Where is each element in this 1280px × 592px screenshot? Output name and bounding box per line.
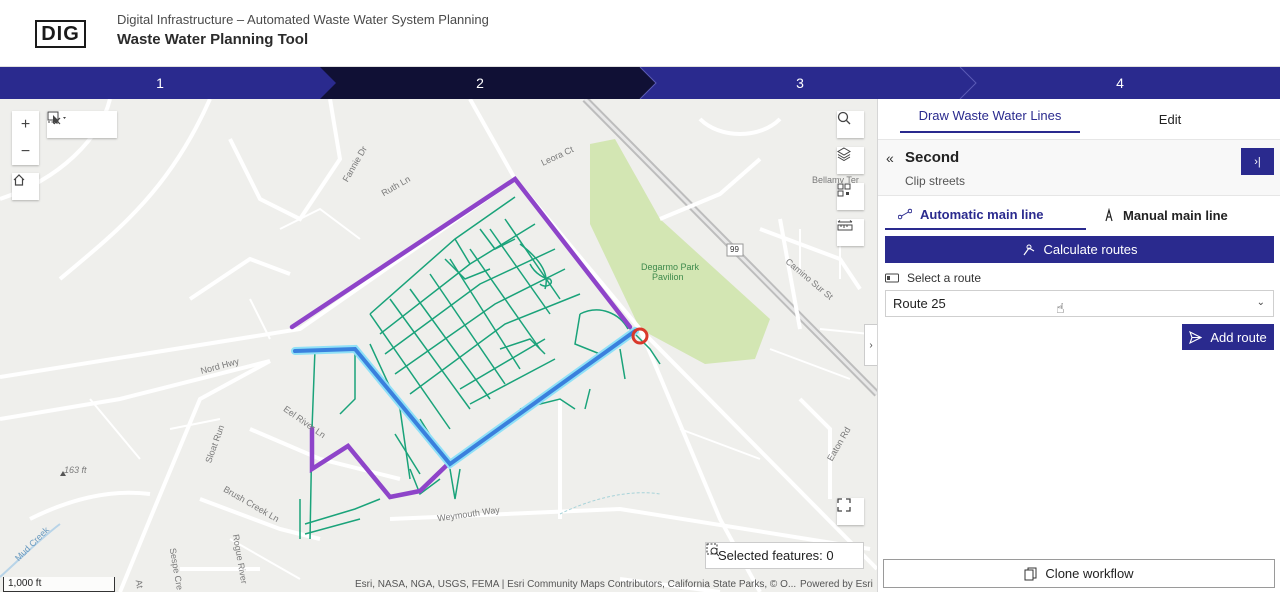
zoom-out-button[interactable]: − xyxy=(12,138,39,165)
automatic-route-icon xyxy=(898,208,912,220)
clone-workflow-button[interactable]: Clone workflow xyxy=(883,559,1275,588)
step-description: Clip streets xyxy=(905,174,966,188)
step-header: « Second Clip streets ›| xyxy=(878,140,1280,196)
scale-bar: 1,000 ft xyxy=(3,577,115,592)
workflow-panel: Draw Waste Water Lines Edit « Second Cli… xyxy=(877,99,1280,592)
selection-toolbar xyxy=(47,111,117,138)
step-3[interactable]: 3 xyxy=(640,67,960,99)
selected-features-button[interactable]: Selected features: 0 xyxy=(705,542,864,569)
zoom-controls: + − xyxy=(12,111,39,165)
map-attribution[interactable]: Esri, NASA, NGA, USGS, FEMA | Esri Commu… xyxy=(355,579,796,590)
clone-icon xyxy=(1024,567,1037,580)
home-icon xyxy=(13,174,25,186)
send-icon xyxy=(1189,330,1203,344)
app-subtitle: Digital Infrastructure – Automated Waste… xyxy=(117,12,489,27)
select-route-label: Select a route xyxy=(885,271,981,285)
chevron-right-icon: › xyxy=(869,339,873,351)
measure-icon xyxy=(837,220,853,231)
map-view[interactable]: Leora Ct Fannie Dr Ruth Ln Bellamy Ter D… xyxy=(0,99,877,592)
layers-button[interactable] xyxy=(837,147,864,174)
calculate-routes-label: Calculate routes xyxy=(1043,242,1138,257)
home-button[interactable] xyxy=(12,173,39,200)
selected-features-label: Selected features: 0 xyxy=(718,548,834,563)
manual-draw-icon xyxy=(1105,208,1113,222)
chevron-down-icon: ⌄ xyxy=(1256,297,1265,308)
search-icon xyxy=(837,111,851,125)
measure-button[interactable] xyxy=(837,219,864,246)
double-chevron-left-icon[interactable]: « xyxy=(886,150,894,166)
label-pavilion: Pavilion xyxy=(652,272,684,282)
add-route-button[interactable]: Add route xyxy=(1182,324,1274,350)
app-title: Waste Water Planning Tool xyxy=(117,31,309,48)
route-select[interactable]: Route 25 ⌄ xyxy=(885,290,1274,317)
label-at: At xyxy=(133,578,145,590)
label-highway-99: 99 xyxy=(730,245,739,254)
fullscreen-icon xyxy=(837,498,851,512)
add-route-label: Add route xyxy=(1210,329,1267,345)
calculate-routes-icon xyxy=(1023,244,1034,255)
step-title: Second xyxy=(905,149,960,166)
selected-features-icon xyxy=(706,543,720,557)
tab-edit[interactable]: Edit xyxy=(1080,99,1260,140)
dock-panel-button[interactable]: ›| xyxy=(1241,148,1274,175)
qr-button[interactable] xyxy=(837,183,864,210)
calculate-routes-button[interactable]: Calculate routes xyxy=(885,236,1274,263)
powered-by-esri[interactable]: Powered by Esri xyxy=(800,579,873,590)
qr-icon xyxy=(837,183,851,197)
tab-draw-waste-water-lines[interactable]: Draw Waste Water Lines xyxy=(900,99,1080,133)
app-header: DIG Digital Infrastructure – Automated W… xyxy=(0,0,1280,67)
panel-tabs: Draw Waste Water Lines Edit xyxy=(878,99,1280,140)
selected-route xyxy=(291,327,639,470)
main-line-mode-tabs: Automatic main line Manual main line xyxy=(878,196,1280,232)
step-2[interactable]: 2 xyxy=(320,67,640,99)
label-elevation: 163 ft xyxy=(64,465,87,475)
dock-right-icon: ›| xyxy=(1254,155,1261,168)
workflow-stepper: 1 2 3 4 xyxy=(0,67,1280,99)
layers-icon xyxy=(837,147,851,161)
clone-workflow-label: Clone workflow xyxy=(1045,566,1134,581)
tab-manual-main-line[interactable]: Manual main line xyxy=(1103,200,1273,230)
collapse-panel-tab[interactable]: › xyxy=(864,324,877,366)
tab-automatic-main-line[interactable]: Automatic main line xyxy=(885,200,1086,230)
clear-selection-icon xyxy=(47,111,61,125)
label-park: Degarmo Park xyxy=(641,262,700,272)
tab-automatic-main-line-label: Automatic main line xyxy=(920,206,1044,222)
select-route-label-text: Select a route xyxy=(907,271,982,285)
route-select-value: Route 25 xyxy=(893,296,946,311)
mouse-cursor-icon: ☝ xyxy=(1056,300,1065,316)
tab-manual-main-line-label: Manual main line xyxy=(1123,207,1228,223)
search-button[interactable] xyxy=(837,111,864,138)
zoom-in-button[interactable]: + xyxy=(12,111,39,138)
app-logo: DIG xyxy=(35,20,86,48)
fullscreen-button[interactable] xyxy=(837,498,864,525)
step-4[interactable]: 4 xyxy=(960,67,1280,99)
select-field-icon xyxy=(885,273,899,283)
step-1[interactable]: 1 xyxy=(0,67,320,99)
